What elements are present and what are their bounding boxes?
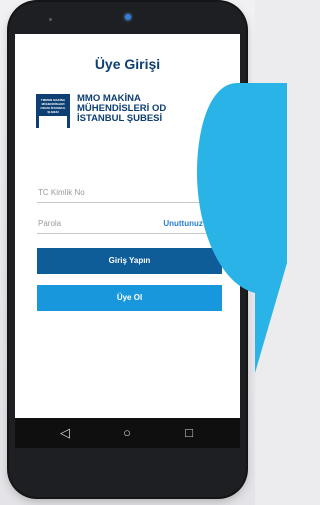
password-input[interactable]: Parola Unuttunuz mu?	[37, 209, 222, 234]
tc-kimlik-placeholder: TC Kimlik No	[38, 188, 85, 197]
speech-bubble-path	[197, 83, 287, 373]
speech-bubble-shape	[197, 83, 287, 373]
logo-badge-text: TMMOB MAKİNA MÜHENDİSLERİ ODASI İSTANBUL…	[40, 98, 66, 114]
password-placeholder: Parola	[38, 219, 62, 228]
page-title: Üye Girişi	[94, 56, 161, 72]
logo-badge-emblem	[39, 116, 67, 132]
logo-line-3: İSTANBUL ŞUBESİ	[77, 113, 163, 124]
phone-top-bar	[9, 2, 246, 36]
front-camera-icon	[124, 14, 131, 20]
login-button[interactable]: Giriş Yapın	[37, 248, 222, 274]
android-nav-bar: ◁ ○ □	[15, 418, 240, 448]
logo-text: MMO MAKİNA MÜHENDİSLERİ OD İSTANBUL ŞUBE…	[77, 94, 166, 124]
proximity-sensor	[49, 18, 52, 21]
home-icon[interactable]: ○	[107, 418, 147, 448]
recent-apps-icon[interactable]: □	[169, 418, 209, 448]
logo-badge: TMMOB MAKİNA MÜHENDİSLERİ ODASI İSTANBUL…	[36, 94, 70, 132]
back-icon[interactable]: ◁	[45, 418, 85, 448]
tc-kimlik-input[interactable]: TC Kimlik No	[37, 178, 222, 203]
signup-button[interactable]: Üye Ol	[37, 285, 222, 311]
